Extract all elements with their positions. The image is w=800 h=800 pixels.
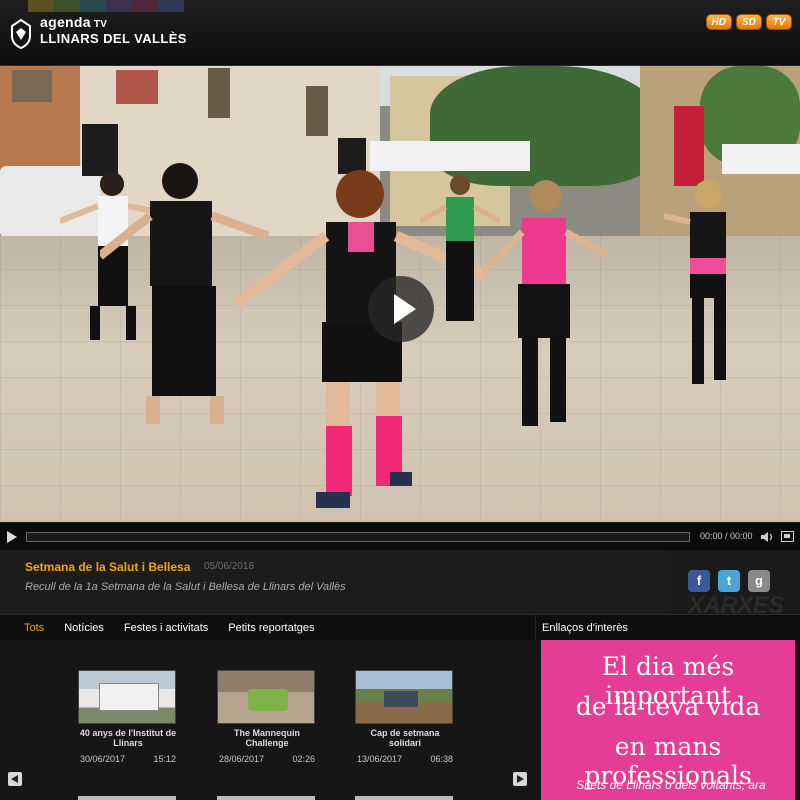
progress-bar[interactable] [26, 532, 690, 542]
video-title[interactable]: Setmana de la Salut i Bellesa [25, 560, 190, 574]
gallery-next-row-thumbnail[interactable] [217, 796, 315, 800]
video-description: Recull de la 1a Setmana de la Salut i Be… [25, 581, 346, 593]
video-dancer [663, 180, 726, 384]
color-strip-segment [54, 0, 80, 12]
ad-subtext: Si ets de Llinars o dels voltants, ara [576, 778, 766, 792]
gallery-next-icon[interactable] [513, 772, 527, 786]
gallery-thumbnail [355, 670, 453, 724]
video-date: 05/06/2018 [204, 561, 255, 572]
quality-buttons: HD SD TV [705, 14, 792, 30]
twitter-icon[interactable]: t [718, 570, 740, 592]
site-header: agenda TV LLINARS DEL VALLÈS HD SD TV [0, 0, 800, 66]
brand-top-text: agenda [40, 14, 91, 30]
facebook-icon[interactable]: f [688, 570, 710, 592]
tab-tots[interactable]: Tots [14, 622, 54, 634]
gallery-prev-icon[interactable] [8, 772, 22, 786]
video-window [208, 68, 230, 118]
gallery-card-title: The Mannequin Challenge [234, 728, 300, 748]
gallery-card-title: Cap de setmana solidari [370, 728, 440, 748]
brand-top-suffix: TV [93, 19, 108, 30]
video-play-button[interactable] [368, 276, 434, 342]
time-display: 00:00 / 00:00 [700, 531, 753, 541]
links-heading: Enllaços d'interès [535, 614, 800, 640]
gallery-next-row-thumbnail[interactable] [78, 796, 176, 800]
volume-icon[interactable] [760, 530, 774, 544]
thumb-vehicle [384, 691, 418, 707]
gallery-thumbnail [78, 670, 176, 724]
brand-top[interactable]: agenda TV [40, 14, 107, 30]
advertisement-banner[interactable]: El dia més important de la teva vida en … [541, 640, 795, 800]
color-strip-segment [28, 0, 54, 12]
thumb-people [248, 689, 288, 711]
video-tent [722, 144, 800, 174]
ad-subtext: ... [549, 794, 793, 800]
fullscreen-icon[interactable] [781, 531, 794, 542]
gallery-card-date: 28/06/2017 [219, 754, 265, 764]
tab-petits-reportatges[interactable]: Petits reportatges [218, 622, 324, 634]
social-label: XARXES [688, 592, 784, 614]
color-strip [28, 0, 184, 12]
google-plus-icon[interactable]: g [748, 570, 770, 592]
town-shield-icon[interactable] [8, 18, 34, 50]
gallery-next-row-thumbnail[interactable] [355, 796, 453, 800]
tab-noticies[interactable]: Notícies [54, 622, 114, 634]
video-banner [674, 106, 704, 186]
tv-button[interactable]: TV [766, 14, 792, 30]
hd-button[interactable]: HD [705, 14, 732, 30]
color-strip-segment [106, 0, 132, 12]
play-icon[interactable] [6, 530, 18, 544]
player-controls: 00:00 / 00:00 [0, 522, 800, 550]
video-window [116, 70, 158, 104]
video-gallery: 40 anys de l'Institut de Llinars 30/06/2… [0, 640, 535, 800]
video-window [306, 86, 328, 136]
color-strip-segment [80, 0, 106, 12]
brand-bottom[interactable]: LLINARS DEL VALLÈS [40, 31, 187, 46]
video-window [12, 70, 52, 102]
thumb-building [99, 683, 159, 711]
gallery-card-duration: 06:38 [430, 754, 453, 764]
ad-headline-line: de la teva vida [575, 692, 761, 721]
gallery-card-duration: 15:12 [153, 754, 176, 764]
social-panel: XARXES f t g [670, 550, 800, 614]
color-strip-segment [158, 0, 184, 12]
gallery-card-date: 30/06/2017 [80, 754, 126, 764]
color-strip-segment [132, 0, 158, 12]
gallery-thumbnail [217, 670, 315, 724]
page: agenda TV LLINARS DEL VALLÈS HD SD TV 00… [0, 0, 800, 800]
gallery-card[interactable]: The Mannequin Challenge 28/06/2017 02:26 [217, 670, 317, 770]
gallery-card[interactable]: 40 anys de l'Institut de Llinars 30/06/2… [78, 670, 178, 770]
gallery-card-date: 13/06/2017 [357, 754, 403, 764]
tab-festes-activitats[interactable]: Festes i activitats [114, 622, 218, 634]
video-info: Setmana de la Salut i Bellesa 05/06/2018… [0, 550, 670, 614]
category-tabs: Tots Notícies Festes i activitats Petits… [0, 614, 535, 640]
video-dancer [481, 180, 610, 426]
sd-button[interactable]: SD [736, 14, 762, 30]
gallery-card-title: 40 anys de l'Institut de Llinars [79, 728, 177, 748]
gallery-card[interactable]: Cap de setmana solidari 13/06/2017 06:38 [355, 670, 455, 770]
video-frame[interactable] [0, 66, 800, 522]
gallery-card-duration: 02:26 [292, 754, 315, 764]
